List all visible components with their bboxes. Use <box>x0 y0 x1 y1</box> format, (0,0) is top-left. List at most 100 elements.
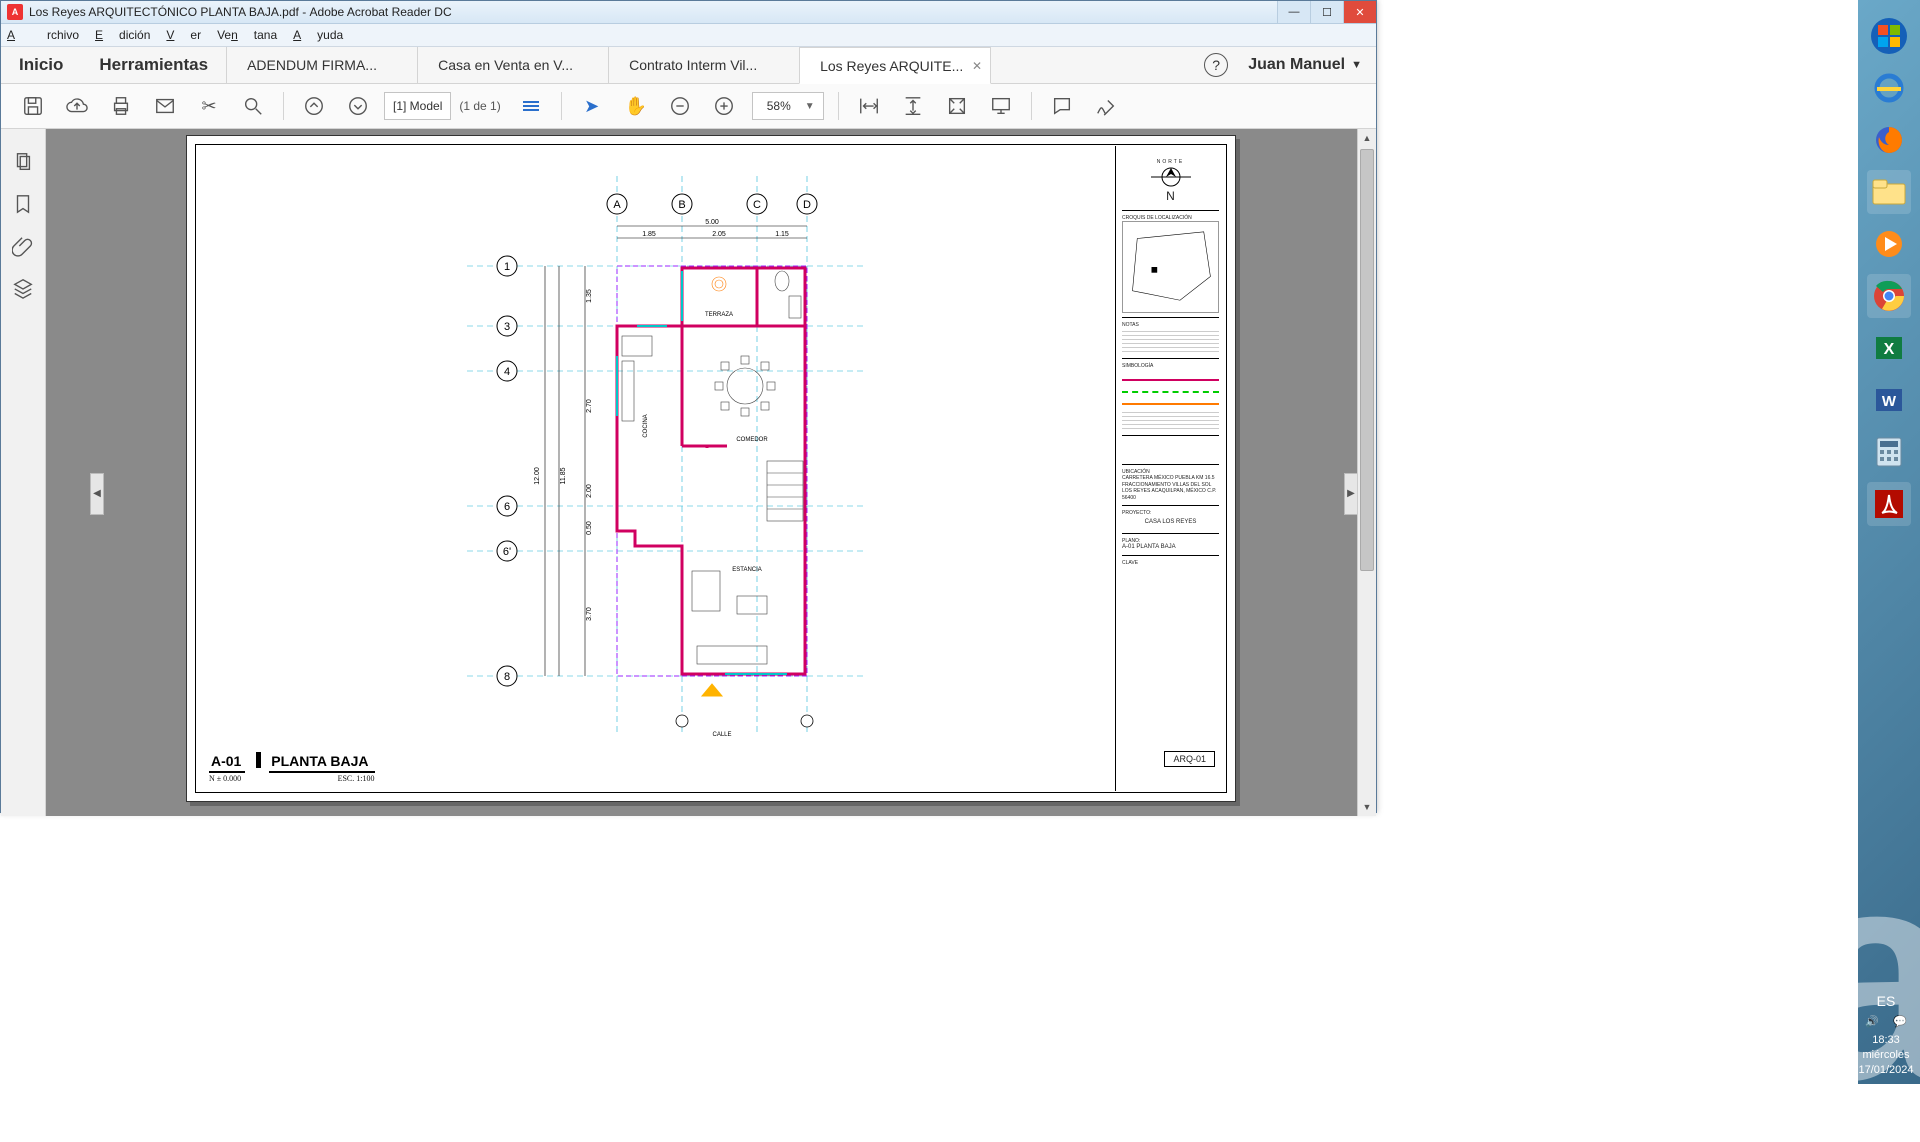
menu-ver[interactable]: Ver <box>166 28 201 42</box>
user-menu[interactable]: Juan Manuel <box>1248 56 1345 74</box>
doc-tab-3-active[interactable]: Los Reyes ARQUITE...✕ <box>799 47 991 84</box>
menu-archivo[interactable]: Archivo <box>7 28 79 42</box>
action-center-icon[interactable]: 💬 <box>1893 1015 1907 1030</box>
fit-page-icon[interactable] <box>945 94 969 118</box>
scissors-icon[interactable]: ✂ <box>197 94 221 118</box>
tab-herramientas[interactable]: Herramientas <box>81 47 226 83</box>
chrome-icon[interactable] <box>1867 274 1911 318</box>
help-icon[interactable]: ? <box>1204 53 1228 77</box>
explorer-icon[interactable] <box>1867 170 1911 214</box>
hand-tool-icon[interactable]: ✋ <box>624 94 648 118</box>
comment-icon[interactable] <box>1050 94 1074 118</box>
vertical-scrollbar[interactable]: ▲ ▼ <box>1357 129 1376 816</box>
minimize-button[interactable]: — <box>1277 1 1310 23</box>
layers-panel-icon[interactable] <box>12 277 34 299</box>
doc-tab-0[interactable]: ADENDUM FIRMA... <box>226 47 417 83</box>
svg-text:12.00: 12.00 <box>534 467 541 485</box>
tray-time[interactable]: 18:33 <box>1858 1033 1914 1048</box>
title-sep: - <box>299 5 310 19</box>
left-rail <box>1 129 46 816</box>
mail-icon[interactable] <box>153 94 177 118</box>
toolbar: ✂ [1] Model (1 de 1) ➤ ✋ 58%▼ <box>1 84 1376 129</box>
location-sketch <box>1122 221 1219 313</box>
separator <box>1031 92 1032 120</box>
drawing-scale: ESC. 1:100 <box>338 775 375 783</box>
page-model-box[interactable]: [1] Model <box>384 92 451 120</box>
grid-row-6p: 6' <box>503 546 511 558</box>
save-icon[interactable] <box>21 94 45 118</box>
svg-text:0.50: 0.50 <box>586 521 593 535</box>
grid-col-D: D <box>803 199 811 211</box>
zoom-out-icon[interactable] <box>668 94 692 118</box>
page-up-icon[interactable] <box>302 94 326 118</box>
scroll-thumb[interactable] <box>1360 149 1374 571</box>
fit-width-icon[interactable] <box>857 94 881 118</box>
floor-plan: A B C D 1 3 4 6 6' <box>467 176 937 746</box>
svg-text:2.05: 2.05 <box>712 231 726 238</box>
calculator-icon[interactable] <box>1867 430 1911 474</box>
pages-panel-icon[interactable] <box>12 151 34 173</box>
clave-box: ARQ-01 <box>1164 751 1215 767</box>
page-down-icon[interactable] <box>346 94 370 118</box>
drawing-title: A-01 PLANTA BAJA N ± 0.000ESC. 1:100 <box>209 752 375 783</box>
svg-text:COCINA: COCINA <box>643 414 649 437</box>
zoom-in-icon[interactable] <box>712 94 736 118</box>
read-mode-icon[interactable] <box>989 94 1013 118</box>
fit-height-icon[interactable] <box>901 94 925 118</box>
maximize-button[interactable]: ☐ <box>1310 1 1343 23</box>
tray-lang[interactable]: ES <box>1858 992 1914 1011</box>
block-proyecto: PROYECTO: CASA LOS REYES <box>1122 510 1219 534</box>
block-spacer <box>1122 440 1219 465</box>
scroll-down-icon[interactable]: ▼ <box>1358 798 1376 816</box>
doc-tab-1[interactable]: Casa en Venta en V... <box>417 47 608 83</box>
close-tab-icon[interactable]: ✕ <box>972 59 982 73</box>
grid-row-4: 4 <box>504 366 510 378</box>
north-arrow: NORTE N <box>1122 156 1219 211</box>
user-caret-icon[interactable]: ▼ <box>1351 59 1362 71</box>
tray-day: miércoles <box>1858 1048 1914 1063</box>
scroll-up-icon[interactable]: ▲ <box>1358 129 1376 147</box>
tab-inicio[interactable]: Inicio <box>1 47 81 83</box>
close-button[interactable]: ✕ <box>1343 1 1376 23</box>
block-notas: NOTAS <box>1122 322 1219 359</box>
document-view[interactable]: ◀ ▶ ▲ ▼ <box>46 129 1376 816</box>
doc-tab-2[interactable]: Contrato Interm Vil... <box>608 47 799 83</box>
menu-ventana[interactable]: Ventana <box>217 28 277 42</box>
collapse-left-icon[interactable]: ◀ <box>90 473 104 515</box>
block-clave: CLAVE <box>1122 560 1219 566</box>
wmp-icon[interactable] <box>1867 222 1911 266</box>
cloud-upload-icon[interactable] <box>65 94 89 118</box>
pdf-icon: A <box>7 4 23 20</box>
select-arrow-icon[interactable]: ➤ <box>580 94 604 118</box>
sign-icon[interactable] <box>1094 94 1118 118</box>
windows-taskbar[interactable]: X W ES 🔊💬 18:33 miércoles 17/01/2024 <box>1858 0 1920 1084</box>
title-filename: Los Reyes ARQUITECTÓNICO PLANTA BAJA.pdf <box>29 5 299 19</box>
system-tray[interactable]: ES 🔊💬 18:33 miércoles 17/01/2024 <box>1858 992 1914 1078</box>
collapse-right-icon[interactable]: ▶ <box>1344 473 1358 515</box>
page: A B C D 1 3 4 6 6' <box>186 135 1236 815</box>
drawing-level: N ± 0.000 <box>209 774 241 783</box>
svg-text:2.00: 2.00 <box>586 484 593 498</box>
start-button[interactable] <box>1867 14 1911 58</box>
thumbnails-icon[interactable] <box>519 94 543 118</box>
print-icon[interactable] <box>109 94 133 118</box>
acrobat-window: A Los Reyes ARQUITECTÓNICO PLANTA BAJA.p… <box>0 0 1377 813</box>
acrobat-icon[interactable] <box>1867 482 1911 526</box>
svg-text:1.85: 1.85 <box>642 231 656 238</box>
ie-icon[interactable] <box>1867 66 1911 110</box>
zoom-select[interactable]: 58%▼ <box>752 92 824 120</box>
attachment-panel-icon[interactable] <box>12 235 34 257</box>
volume-icon[interactable]: 🔊 <box>1865 1015 1879 1030</box>
drawing-sheet: A B C D 1 3 4 6 6' <box>186 135 1236 802</box>
firefox-icon[interactable] <box>1867 118 1911 162</box>
menu-ayuda[interactable]: Ayuda <box>293 28 343 42</box>
word-icon[interactable]: W <box>1867 378 1911 422</box>
separator <box>561 92 562 120</box>
search-icon[interactable] <box>241 94 265 118</box>
bookmark-panel-icon[interactable] <box>12 193 34 215</box>
block-simbologia: SIMBOLOGÍA <box>1122 363 1219 436</box>
titlebar[interactable]: A Los Reyes ARQUITECTÓNICO PLANTA BAJA.p… <box>1 1 1376 24</box>
excel-icon[interactable]: X <box>1867 326 1911 370</box>
grid-row-1: 1 <box>504 261 510 273</box>
menu-edicion[interactable]: Edición <box>95 28 150 42</box>
